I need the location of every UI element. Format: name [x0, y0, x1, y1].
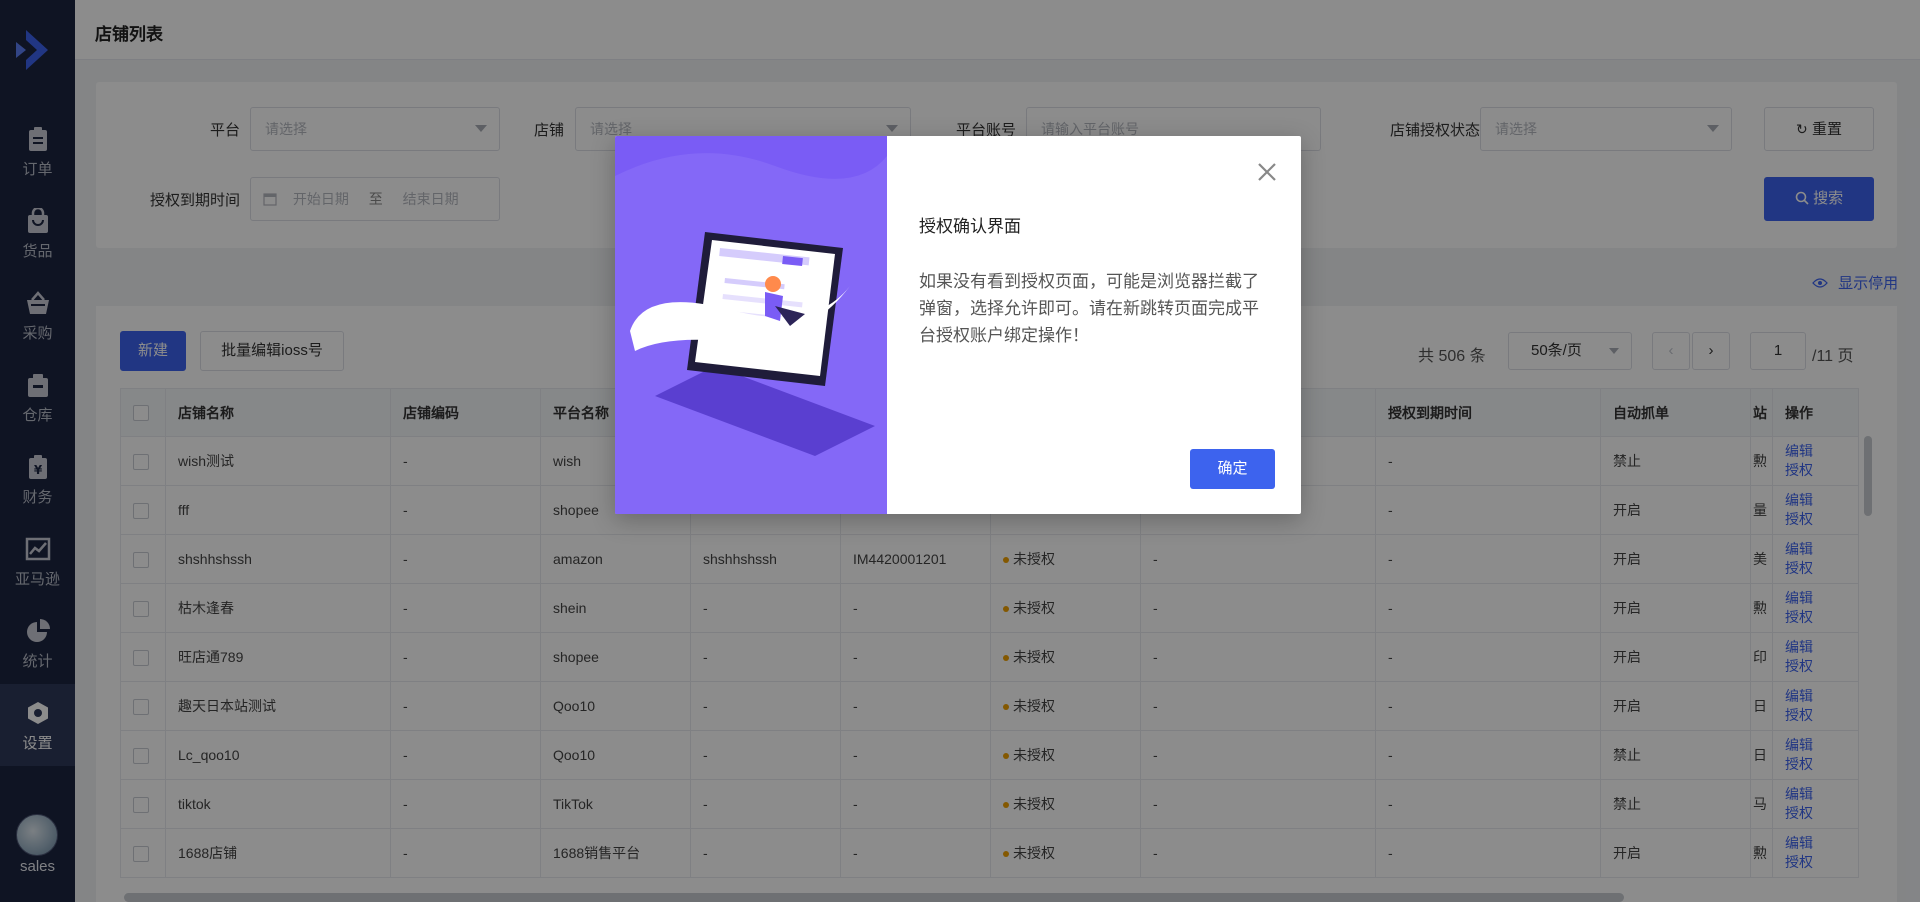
modal-title: 授权确认界面	[919, 217, 1021, 236]
auth-confirm-modal: 授权确认界面 如果没有看到授权页面，可能是浏览器拦截了弹窗，选择允许即可。请在新…	[615, 136, 1301, 514]
close-icon[interactable]	[1255, 160, 1279, 184]
modal-illustration	[615, 136, 887, 514]
laptop-rocket-illustration	[615, 153, 887, 514]
modal-message: 如果没有看到授权页面，可能是浏览器拦截了弹窗，选择允许即可。请在新跳转页面完成平…	[919, 272, 1259, 345]
confirm-button[interactable]: 确定	[1190, 449, 1275, 489]
